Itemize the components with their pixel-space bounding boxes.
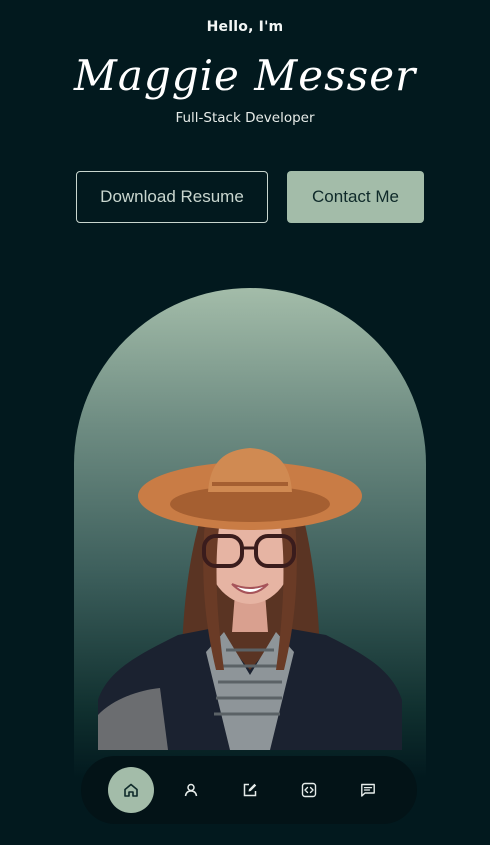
nav-blog[interactable]	[227, 767, 273, 813]
greeting-text: Hello, I'm	[206, 19, 284, 35]
user-icon	[184, 783, 198, 797]
message-icon	[361, 783, 375, 797]
page-title: Maggie Messer	[73, 51, 417, 100]
portrait-photo	[98, 448, 402, 750]
role-subtitle: Full-Stack Developer	[175, 110, 315, 126]
home-icon	[124, 783, 138, 797]
nav-home[interactable]	[108, 767, 154, 813]
bottom-nav	[81, 756, 417, 824]
nav-about[interactable]	[168, 767, 214, 813]
nav-contact[interactable]	[345, 767, 391, 813]
portrait-frame	[74, 288, 426, 778]
download-resume-button[interactable]: Download Resume	[76, 171, 268, 223]
nav-projects[interactable]	[286, 767, 332, 813]
edit-icon	[243, 783, 257, 797]
contact-me-button[interactable]: Contact Me	[287, 171, 424, 223]
code-icon	[301, 782, 317, 798]
